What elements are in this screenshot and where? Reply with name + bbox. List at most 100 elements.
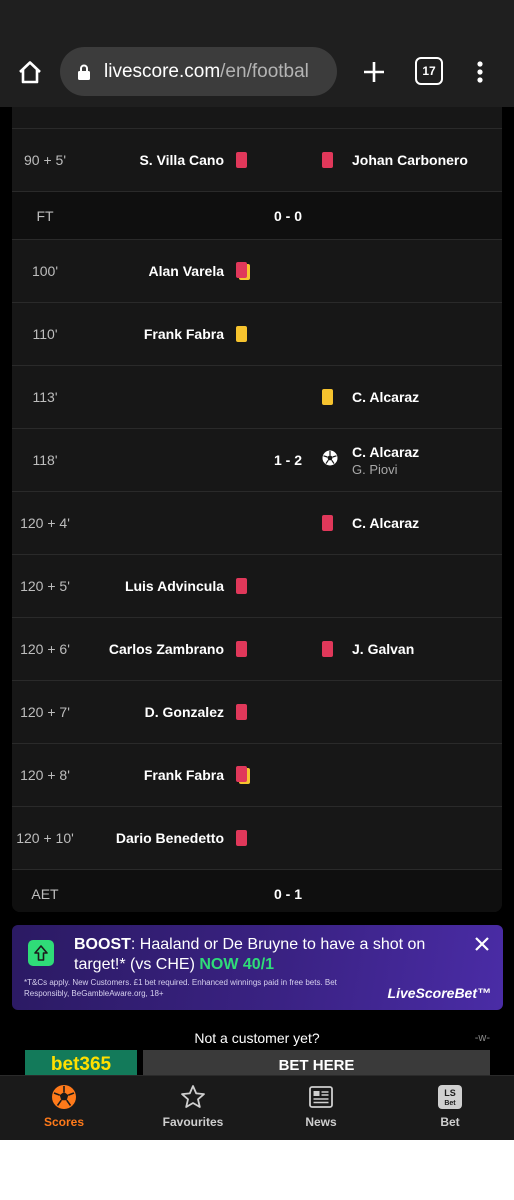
nav-scores[interactable]: Scores <box>0 1076 128 1140</box>
period-label: AET <box>31 885 59 902</box>
red-card-icon <box>236 704 247 720</box>
nav-favourites[interactable]: Favourites <box>129 1076 257 1140</box>
red-card-icon <box>322 152 333 168</box>
incident-minute: 90 + 5' <box>24 152 66 168</box>
away-incident-icon <box>322 492 333 554</box>
bet-here-button[interactable]: BET HERE <box>143 1050 490 1078</box>
away-incident-icon <box>322 618 333 680</box>
incident-minute: 120 + 5' <box>20 578 70 594</box>
incident-minute: 120 + 6' <box>20 641 70 657</box>
incident-row: 120 + 4' C. Alcaraz <box>12 491 502 554</box>
away-player-name: J. Galvan <box>352 641 415 657</box>
incident-minute: 113' <box>32 389 58 405</box>
away-player: C. Alcaraz <box>352 492 419 554</box>
incident-minute: 110' <box>32 326 58 342</box>
red-card-icon <box>236 830 247 846</box>
yellow-card-icon <box>236 326 247 342</box>
home-player-name: Dario Benedetto <box>115 830 224 846</box>
incident-row: 90 + 5' S. Villa Cano Johan Carbonero <box>12 128 502 191</box>
home-player-name: Frank Fabra <box>143 326 224 342</box>
not-customer-heading: Not a customer yet? <box>194 1030 320 1046</box>
period-status-row: AET 0 - 1 <box>12 869 502 912</box>
away-player: J. Galvan <box>352 618 414 680</box>
boost-label: BOOST <box>74 936 131 953</box>
close-icon[interactable] <box>473 935 491 953</box>
boost-terms: *T&Cs apply. New Customers. £1 bet requi… <box>24 978 337 998</box>
home-incident-icon <box>236 681 247 743</box>
bet365-logo[interactable]: bet365 <box>25 1050 137 1078</box>
yellow-card-icon <box>322 389 333 405</box>
away-player: C. Alcaraz G. Piovi <box>352 429 419 491</box>
home-icon[interactable] <box>12 52 48 92</box>
second-yellow-card-icon <box>236 262 250 280</box>
away-player: Johan Carbonero <box>352 129 468 191</box>
home-incident-icon <box>236 303 247 365</box>
match-incidents-list: 90 + 5' S. Villa Cano Johan Carbonero FT 0 -… <box>12 107 502 912</box>
more-options-icon[interactable] <box>468 52 492 92</box>
boost-headline: BOOST: Haaland or De Bruyne to have a sh… <box>74 935 434 975</box>
home-player-name: Carlos Zambrano <box>108 641 224 657</box>
boost-banner[interactable]: BOOST: Haaland or De Bruyne to have a sh… <box>12 925 503 1010</box>
away-incident-icon <box>322 429 338 491</box>
away-player-name: C. Alcaraz <box>352 443 420 460</box>
away-incident-icon <box>322 366 333 428</box>
incident-row: 120 + 6' Carlos Zambrano J. Galvan <box>12 617 502 680</box>
nav-scores-label: Scores <box>43 1115 85 1129</box>
tab-count: 17 <box>422 64 436 78</box>
home-player-name: Frank Fabra <box>143 767 224 783</box>
period-label: FT <box>36 207 54 224</box>
nav-favourites-label: Favourites <box>162 1115 224 1129</box>
home-player-name: S. Villa Cano <box>139 152 224 168</box>
svg-text:LS: LS <box>444 1088 456 1098</box>
red-card-icon <box>322 641 333 657</box>
ls-bet-icon: LS Bet <box>436 1083 464 1111</box>
boost-arrow-icon <box>28 940 54 966</box>
newspaper-icon <box>307 1083 335 1111</box>
red-card-icon <box>236 152 247 168</box>
incident-row: 113' C. Alcaraz <box>12 365 502 428</box>
star-icon <box>179 1083 207 1111</box>
incident-row: 120 + 7' D. Gonzalez <box>12 680 502 743</box>
url-domain: livescore.com <box>104 60 221 82</box>
home-player-name: D. Gonzalez <box>144 704 224 720</box>
home-incident-icon <box>236 240 250 302</box>
incident-minute: 120 + 7' <box>20 704 70 720</box>
incident-row: 120 + 8' Frank Fabra <box>12 743 502 806</box>
period-score: 0 - 0 <box>273 207 302 224</box>
away-incident-icon <box>322 129 333 191</box>
away-player: C. Alcaraz <box>352 366 419 428</box>
new-tab-icon[interactable] <box>356 52 392 92</box>
incident-score: 1 - 2 <box>273 452 302 468</box>
boost-odds[interactable]: NOW 40/1 <box>199 956 274 973</box>
incident-minute: 120 + 10' <box>16 830 74 846</box>
home-incident-icon <box>236 555 247 617</box>
home-player-name: Alan Varela <box>148 263 225 279</box>
second-yellow-card-icon <box>236 766 250 784</box>
goal-ball-icon <box>322 450 338 471</box>
away-player-name: Johan Carbonero <box>352 152 468 168</box>
bottom-navigation: Scores Favourites News LS Bet Bet <box>0 1075 514 1140</box>
lock-icon <box>78 64 90 80</box>
browser-viewport: livescore.com/en/footbal 17 90 + 5' S. Vi… <box>0 0 514 1140</box>
period-status-row: FT 0 - 0 <box>12 191 502 239</box>
home-incident-icon <box>236 807 247 869</box>
tab-switcher-button[interactable]: 17 <box>415 57 443 85</box>
incident-row: 118' 1 - 2 C. Alcaraz G. Piovi <box>12 428 502 491</box>
football-icon <box>50 1083 78 1111</box>
nav-news[interactable]: News <box>257 1076 385 1140</box>
incident-minute: 120 + 4' <box>20 515 70 531</box>
address-bar[interactable]: livescore.com/en/footbal <box>60 47 337 96</box>
home-player-name: Luis Advincula <box>124 578 224 594</box>
home-incident-icon <box>236 129 247 191</box>
nav-bet[interactable]: LS Bet Bet <box>386 1076 514 1140</box>
incident-row: 120 + 5' Luis Advincula <box>12 554 502 617</box>
incident-minute: 100' <box>31 263 59 279</box>
browser-toolbar: livescore.com/en/footbal 17 <box>0 0 514 107</box>
incident-minute: 118' <box>32 452 58 468</box>
nav-news-label: News <box>305 1115 337 1129</box>
incident-row: 110' Frank Fabra <box>12 302 502 365</box>
svg-text:Bet: Bet <box>444 1100 456 1107</box>
assist-player-name: G. Piovi <box>352 461 398 477</box>
url-path: /en/footbal <box>220 60 309 82</box>
red-card-icon <box>236 641 247 657</box>
